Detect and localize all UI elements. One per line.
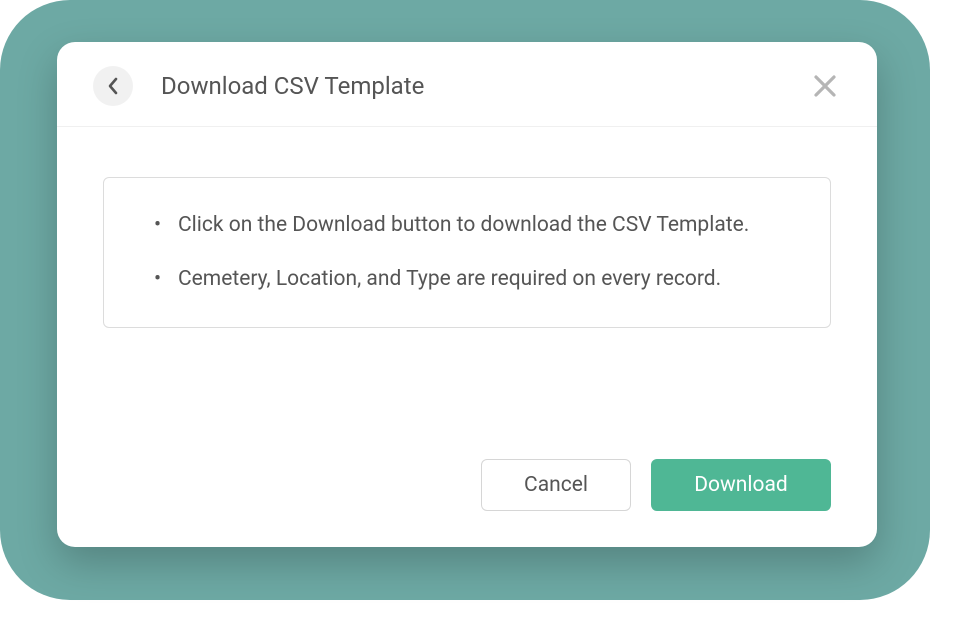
modal-footer: Cancel Download — [57, 439, 877, 547]
download-button[interactable]: Download — [651, 459, 831, 511]
chevron-left-icon — [107, 77, 119, 95]
instruction-item: Click on the Download button to download… — [148, 210, 786, 240]
instructions-box: Click on the Download button to download… — [103, 177, 831, 328]
cancel-button[interactable]: Cancel — [481, 459, 631, 511]
instructions-list: Click on the Download button to download… — [148, 210, 786, 295]
close-icon — [812, 73, 838, 99]
instruction-item: Cemetery, Location, and Type are require… — [148, 264, 786, 294]
modal-header: Download CSV Template — [57, 42, 877, 127]
close-button[interactable] — [809, 70, 841, 102]
modal-body: Click on the Download button to download… — [57, 127, 877, 439]
back-button[interactable] — [93, 66, 133, 106]
modal-title: Download CSV Template — [161, 72, 809, 100]
download-csv-modal: Download CSV Template Click on the Downl… — [57, 42, 877, 547]
